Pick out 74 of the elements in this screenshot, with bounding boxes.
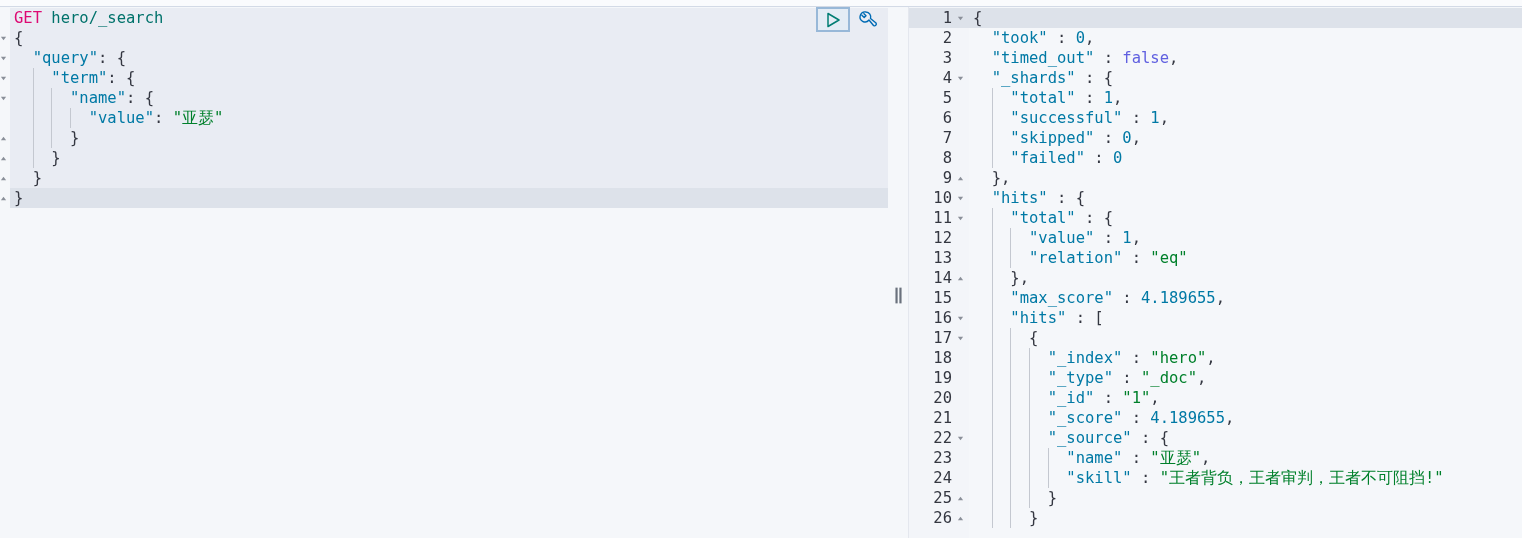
line-number: 17	[933, 328, 952, 348]
line-number: 25	[933, 488, 952, 508]
line-number: 7	[942, 128, 952, 148]
line-number: 26	[933, 508, 952, 528]
line-number: 20	[933, 388, 952, 408]
code-line: {	[969, 328, 1522, 348]
code-line: "_source" : {	[969, 428, 1522, 448]
line-number: 14	[933, 268, 952, 288]
code-line: "hits" : [	[969, 308, 1522, 328]
code-line: "timed_out" : false,	[990, 48, 1180, 68]
fold-icon[interactable]	[957, 334, 964, 342]
line-number: 12	[933, 228, 952, 248]
fold-icon[interactable]	[957, 194, 964, 202]
line-number: 19	[933, 368, 952, 388]
line-number: 22	[933, 428, 952, 448]
line-number: 15	[933, 288, 952, 308]
wrench-icon[interactable]	[858, 9, 878, 30]
fold-icon[interactable]	[957, 214, 964, 222]
code-line: "relation" : "eq"	[969, 248, 1522, 268]
code-line: "value" : 1,	[969, 228, 1522, 248]
fold-icon[interactable]	[957, 14, 964, 22]
fold-icon[interactable]	[957, 74, 964, 82]
fold-icon[interactable]	[0, 54, 7, 62]
unfold-icon[interactable]	[0, 194, 7, 202]
line-number: 13	[933, 248, 952, 268]
unfold-icon[interactable]	[957, 514, 964, 522]
code-line: "skipped" : 0,	[969, 128, 1522, 148]
unfold-icon[interactable]	[957, 494, 964, 502]
line-number: 4	[942, 68, 952, 88]
fold-icon[interactable]	[957, 434, 964, 442]
line-number: 6	[942, 108, 952, 128]
fold-icon[interactable]	[0, 34, 7, 42]
line-number: 11	[933, 208, 952, 228]
fold-icon[interactable]	[0, 74, 7, 82]
line-number: 21	[933, 408, 952, 428]
code-line: "_index" : "hero",	[969, 348, 1522, 368]
line-number: 5	[942, 88, 952, 108]
unfold-icon[interactable]	[0, 154, 7, 162]
line-number: 9	[942, 168, 952, 188]
code-line: "_id" : "1",	[969, 388, 1522, 408]
unfold-icon[interactable]	[957, 174, 964, 182]
code-line: "_shards" : {	[990, 68, 1114, 88]
play-icon	[825, 11, 841, 28]
line-number: 24	[933, 468, 952, 488]
code-line: },	[990, 168, 1012, 188]
code-line: "hits" : {	[990, 188, 1086, 208]
line-number: 16	[933, 308, 952, 328]
line-number: 10	[933, 188, 952, 208]
line-number: 18	[933, 348, 952, 368]
code-line: "_type" : "_doc",	[969, 368, 1522, 388]
line-number: 1	[942, 8, 952, 28]
code-line: "total" : {	[969, 208, 1522, 228]
code-line: "total" : 1,	[969, 88, 1522, 108]
code-line: },	[969, 268, 1522, 288]
code-line: "skill" : "王者背负，王者审判，王者不可阻挡!"	[969, 468, 1522, 488]
line-number: 3	[942, 48, 952, 68]
unfold-icon[interactable]	[0, 174, 7, 182]
code-line: }	[969, 508, 1522, 528]
fold-icon[interactable]	[957, 314, 964, 322]
line-number: 2	[942, 28, 952, 48]
fold-icon[interactable]	[0, 94, 7, 102]
resize-handle[interactable]	[894, 287, 902, 304]
line-number: 23	[933, 448, 952, 468]
run-button[interactable]	[816, 7, 850, 32]
code-line: "successful" : 1,	[969, 108, 1522, 128]
unfold-icon[interactable]	[957, 274, 964, 282]
line-number: 8	[942, 148, 952, 168]
code-line: "_score" : 4.189655,	[969, 408, 1522, 428]
code-line: "took" : 0,	[990, 28, 1096, 48]
code-line: }	[969, 488, 1522, 508]
unfold-icon[interactable]	[0, 134, 7, 142]
code-line: "max_score" : 4.189655,	[969, 288, 1522, 308]
code-line: "failed" : 0	[969, 148, 1522, 168]
code-line: "name" : "亚瑟",	[969, 448, 1522, 468]
